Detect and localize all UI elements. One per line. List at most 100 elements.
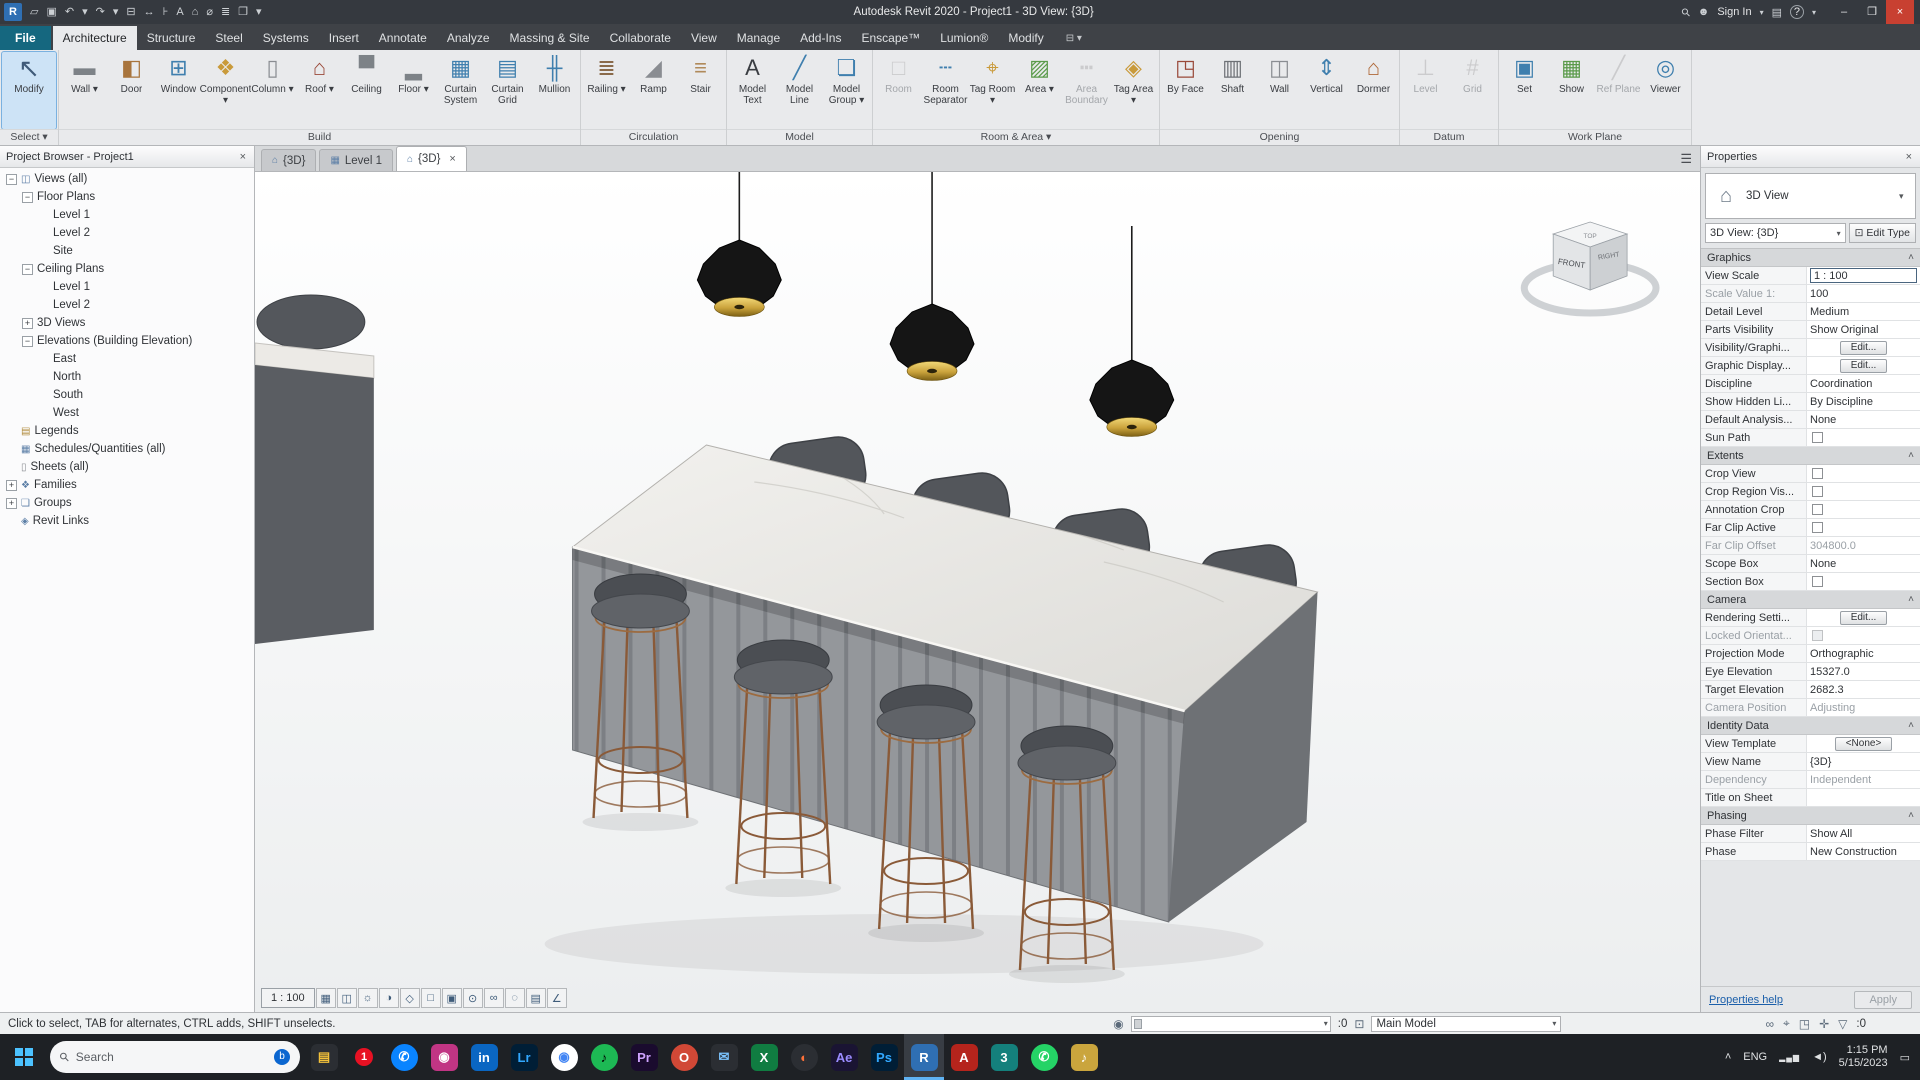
ribbon-tab-architecture[interactable]: Architecture	[52, 26, 137, 50]
minimize-button[interactable]: –	[1830, 0, 1858, 24]
panel-label-build[interactable]: Build	[59, 129, 580, 145]
apply-button[interactable]: Apply	[1854, 990, 1912, 1009]
taskbar-app-notification-badge-app[interactable]: 1	[344, 1034, 384, 1080]
select-links-icon[interactable]: ∞	[1765, 1017, 1774, 1031]
tree-item-level-1[interactable]: Level 1	[0, 278, 254, 296]
properties-close-icon[interactable]: ×	[1904, 151, 1914, 163]
sun-path-icon[interactable]: ☼	[357, 988, 378, 1008]
properties-help-link[interactable]: Properties help	[1709, 994, 1783, 1006]
ref-plane-button[interactable]: ╱ Ref Plane	[1595, 52, 1642, 129]
railing-button[interactable]: ≣ Railing ▾	[583, 52, 630, 129]
model-line-button[interactable]: ╱ Model Line	[776, 52, 823, 129]
property-text[interactable]: Show Original	[1810, 324, 1878, 336]
network-icon[interactable]: ▂▄▆	[1779, 1053, 1800, 1062]
area-boundary-button[interactable]: ┅ Area Boundary	[1063, 52, 1110, 129]
tag-area-button[interactable]: ◈ Tag Area ▾	[1110, 52, 1157, 129]
type-selector-dropdown-icon[interactable]: ▾	[1899, 191, 1915, 202]
reveal-hidden-elements-icon[interactable]: ◌	[504, 988, 525, 1008]
taskbar-app-firefox[interactable]: ◐	[784, 1034, 824, 1080]
taskbar-app-revit[interactable]: R	[904, 1034, 944, 1080]
show-constraints-icon[interactable]: ∠	[546, 988, 567, 1008]
taskbar-app-after-effects[interactable]: Ae	[824, 1034, 864, 1080]
unlocked-view-icon[interactable]: ⊙	[462, 988, 483, 1008]
room-separator-button[interactable]: ┄ Room Separator	[922, 52, 969, 129]
design-options-select[interactable]: Main Model ▾	[1371, 1015, 1562, 1032]
tree-item-elevations-building-elevation[interactable]: − Elevations (Building Elevation)	[0, 332, 254, 350]
edit-type-button[interactable]: ⊡ Edit Type	[1848, 223, 1916, 243]
taskbar-app-opera[interactable]: O	[664, 1034, 704, 1080]
view-scale-button[interactable]: 1 : 100	[261, 988, 315, 1008]
view-tab-close-icon[interactable]: ×	[449, 153, 455, 165]
collapse-icon[interactable]: −	[22, 191, 33, 203]
ribbon-tab-file[interactable]: File	[0, 26, 51, 50]
area-button[interactable]: ▨ Area ▾	[1016, 52, 1063, 129]
tree-item-north[interactable]: North	[0, 368, 254, 386]
window-button[interactable]: ⊞ Window	[155, 52, 202, 129]
collapse-icon[interactable]: −	[22, 335, 33, 347]
by-face-button[interactable]: ◳ By Face	[1162, 52, 1209, 129]
help-icon[interactable]: ?	[1789, 5, 1804, 19]
open-file-icon[interactable]: ▱	[26, 1, 42, 23]
section-header-identity-data[interactable]: Identity Data ˄	[1701, 717, 1920, 735]
tree-item-west[interactable]: West	[0, 404, 254, 422]
tree-item-views-all[interactable]: − ◫ Views (all)	[0, 170, 254, 188]
tree-item-schedules-quantities-all[interactable]: ▦ Schedules/Quantities (all)	[0, 440, 254, 458]
view-tab-level-1-1[interactable]: ▦ Level 1	[319, 149, 393, 171]
tree-item-east[interactable]: East	[0, 350, 254, 368]
ribbon-tab-collaborate[interactable]: Collaborate	[600, 26, 681, 50]
edit-button[interactable]: Edit...	[1839, 610, 1888, 625]
panel-label-select[interactable]: Select ▾	[0, 129, 58, 145]
taskbar-app-messages[interactable]: ✆	[384, 1034, 424, 1080]
property-text[interactable]: Adjusting	[1810, 702, 1855, 714]
help-dropdown-icon[interactable]: ▾	[1812, 8, 1816, 17]
view-tab-3d-0[interactable]: ⌂ {3D}	[261, 149, 317, 171]
profile-icon[interactable]: ☻	[1698, 6, 1710, 18]
panel-label-circulation[interactable]: Circulation	[581, 129, 726, 145]
property-text[interactable]: Show All	[1810, 828, 1852, 840]
tree-item-ceiling-plans[interactable]: − Ceiling Plans	[0, 260, 254, 278]
ribbon-tab-massing-site[interactable]: Massing & Site	[500, 26, 600, 50]
section-header-graphics[interactable]: Graphics ˄	[1701, 249, 1920, 267]
taskbar-app-linkedin[interactable]: in	[464, 1034, 504, 1080]
ribbon-tab-modify[interactable]: Modify	[998, 26, 1053, 50]
property-text[interactable]: Orthographic	[1810, 648, 1874, 660]
temporary-hide-isolate-icon[interactable]: ∞	[483, 988, 504, 1008]
expand-icon[interactable]: +	[22, 317, 33, 329]
none-button[interactable]: <None>	[1834, 736, 1893, 751]
model-text-button[interactable]: A Model Text	[729, 52, 776, 129]
tree-item-3d-views[interactable]: +3D Views	[0, 314, 254, 332]
panel-label-work-plane[interactable]: Work Plane	[1499, 129, 1691, 145]
edit-button[interactable]: Edit...	[1839, 340, 1888, 355]
property-text[interactable]: None	[1810, 414, 1836, 426]
thin-lines-icon[interactable]: ≣	[217, 1, 234, 23]
panel-label-room-area[interactable]: Room & Area ▾	[873, 129, 1159, 145]
design-options-icon[interactable]: ⊡	[1354, 1017, 1364, 1031]
drawing-area[interactable]: FRONT RIGHT TOP 1 : 100 ▦ ◫ ☼ ◑ ◇ □ ▣ ⊙ ∞ ◌ ▤ ∠	[255, 172, 1700, 1012]
undo-dropdown-icon[interactable]: ▾	[78, 1, 92, 23]
ribbon-tab-enscape[interactable]: Enscape™	[851, 26, 930, 50]
shaft-button[interactable]: ▥ Shaft	[1209, 52, 1256, 129]
panel-label-datum[interactable]: Datum	[1400, 129, 1498, 145]
redo-dropdown-icon[interactable]: ▾	[109, 1, 123, 23]
section-collapse-icon[interactable]: ˄	[1908, 594, 1914, 605]
customize-quick-access-icon[interactable]: ▾	[252, 1, 266, 23]
section-collapse-icon[interactable]: ˄	[1908, 720, 1914, 731]
column-button[interactable]: ▯ Column ▾	[249, 52, 296, 129]
checkbox[interactable]	[1812, 630, 1823, 641]
property-text[interactable]: Independent	[1810, 774, 1871, 786]
checkbox[interactable]	[1812, 468, 1823, 479]
property-text[interactable]: Coordination	[1810, 378, 1872, 390]
section-collapse-icon[interactable]: ˄	[1908, 810, 1914, 821]
taskbar-search-input[interactable]: ⚲ Search b	[50, 1041, 300, 1073]
tree-item-level-2[interactable]: Level 2	[0, 224, 254, 242]
property-text[interactable]: Medium	[1810, 306, 1849, 318]
section-collapse-icon[interactable]: ˄	[1908, 252, 1914, 263]
notification-center-icon[interactable]: ▭	[1900, 1051, 1910, 1064]
floor-button[interactable]: ▂ Floor ▾	[390, 52, 437, 129]
vertical-button[interactable]: ⇕ Vertical	[1303, 52, 1350, 129]
ribbon-tab-lumion[interactable]: Lumion®	[930, 26, 998, 50]
collapse-icon[interactable]: −	[22, 263, 33, 275]
volume-icon[interactable]: ◄)	[1812, 1051, 1827, 1063]
roof-button[interactable]: ⌂ Roof ▾	[296, 52, 343, 129]
project-browser-close-icon[interactable]: ×	[238, 151, 248, 163]
